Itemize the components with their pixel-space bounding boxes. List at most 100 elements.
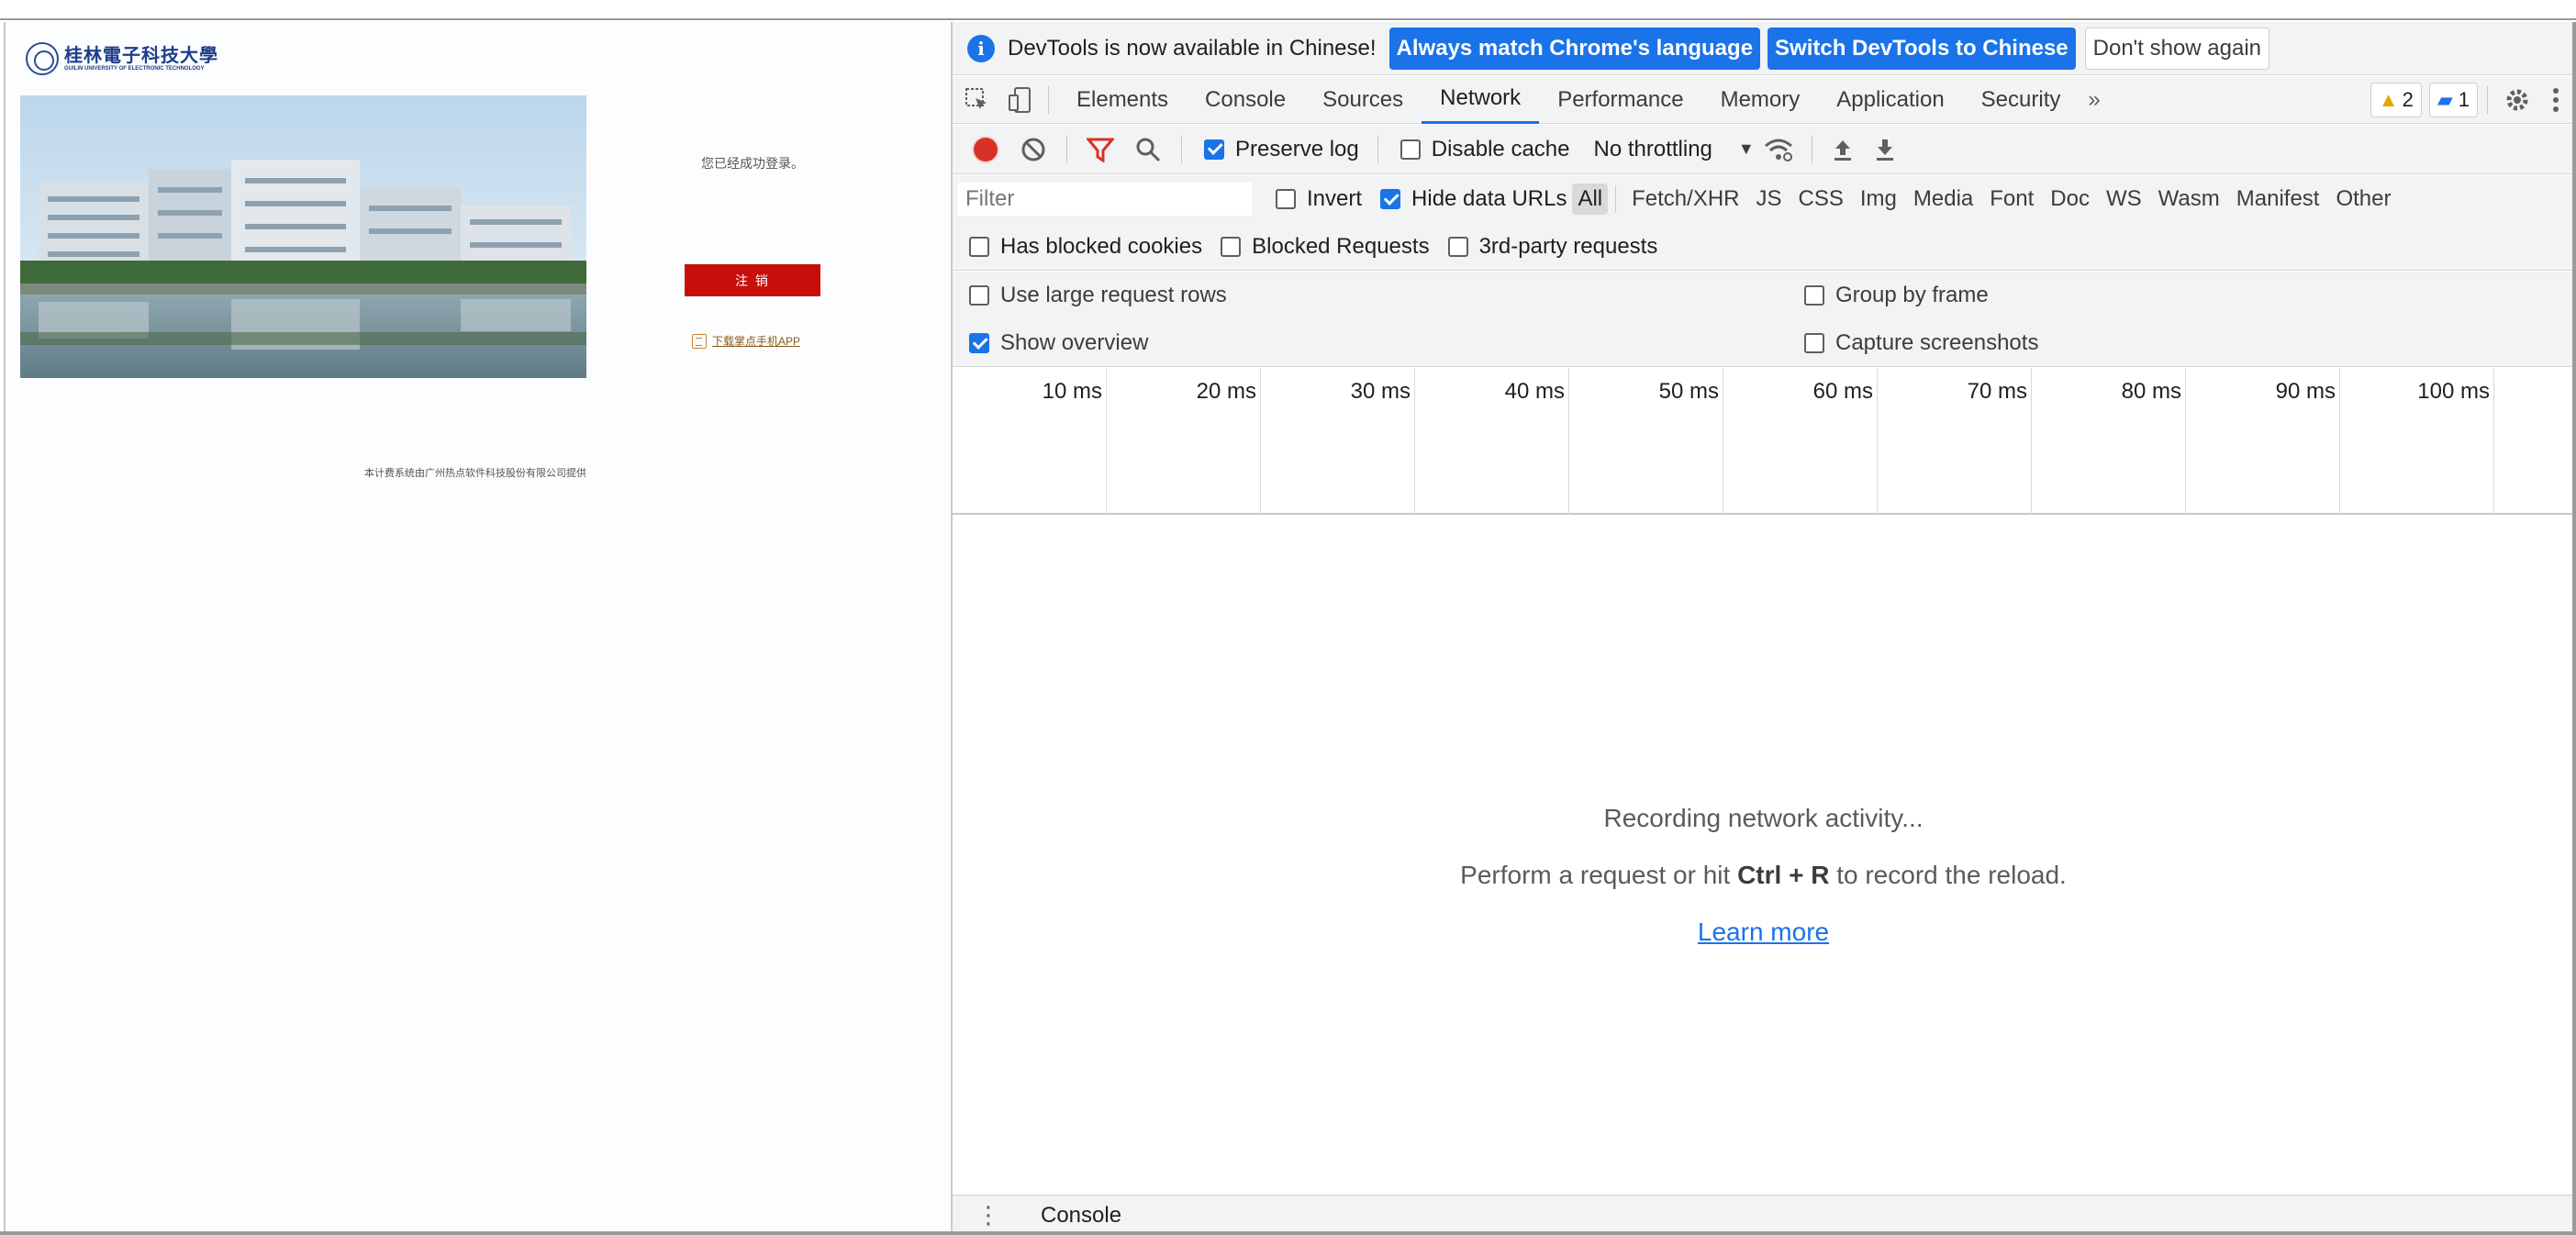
filter-type-media[interactable]: Media (1905, 186, 1981, 212)
network-empty-state: Recording network activity... Perform a … (953, 516, 2574, 1213)
chevron-down-icon: ▼ (1737, 139, 1755, 158)
invert-checkbox[interactable]: Invert (1276, 186, 1362, 212)
timeline-gridline: 40 ms (1415, 368, 1569, 515)
filter-funnel-icon[interactable] (1076, 125, 1124, 174)
show-overview-check-icon (969, 333, 989, 353)
more-tabs-icon[interactable]: » (2079, 87, 2109, 113)
blocked-filter-bar: Has blocked cookies Blocked Requests 3rd… (953, 223, 2574, 271)
filter-type-doc[interactable]: Doc (2042, 186, 2098, 212)
record-icon[interactable] (962, 125, 1009, 174)
third-party-requests-checkbox[interactable]: 3rd-party requests (1447, 234, 1657, 260)
filter-type-css[interactable]: CSS (1790, 186, 1852, 212)
timeline-tick-label: 10 ms (1042, 379, 1102, 404)
throttling-select[interactable]: No throttling ▼ (1593, 137, 1754, 162)
timeline-gridline: 20 ms (1107, 368, 1261, 515)
devtools-tabbar: Elements Console Sources Network Perform… (953, 76, 2574, 124)
messages-badge[interactable]: ▰ 1 (2428, 82, 2478, 117)
reload-hint: Perform a request or hit Ctrl + R to rec… (1460, 861, 2067, 889)
screen: 桂林電子科技大學 GUILIN UNIVERSITY OF ELECTRONIC… (0, 0, 2576, 1235)
timeline-gridline: 100 ms (2340, 368, 2494, 515)
drawer-menu-icon[interactable]: ⋮ (976, 1201, 1000, 1229)
preserve-log-checkbox[interactable]: Preserve log (1204, 137, 1359, 162)
clear-icon[interactable] (1009, 125, 1057, 174)
device-toolbar-icon[interactable] (1002, 76, 1039, 124)
tab-console[interactable]: Console (1187, 76, 1304, 124)
timeline-gridline: 30 ms (1261, 368, 1415, 515)
has-blocked-cookies-checkbox[interactable]: Has blocked cookies (969, 234, 1202, 260)
filter-type-other[interactable]: Other (2327, 186, 2399, 212)
drawer-tab-console[interactable]: Console (1041, 1203, 1121, 1229)
tab-elements[interactable]: Elements (1058, 76, 1187, 124)
download-app-link[interactable]: 下载掌点手机APP (692, 333, 800, 349)
tab-memory[interactable]: Memory (1702, 76, 1819, 124)
filter-type-js[interactable]: JS (1748, 186, 1790, 212)
filter-type-wasm[interactable]: Wasm (2150, 186, 2228, 212)
warnings-badge[interactable]: ▲ 2 (2370, 82, 2422, 117)
window-bottom-border (0, 1231, 2576, 1235)
tab-security[interactable]: Security (1963, 76, 2080, 124)
download-app-label: 下载掌点手机APP (712, 335, 801, 348)
filter-type-img[interactable]: Img (1852, 186, 1905, 212)
timeline-tick-label: 80 ms (2121, 379, 2181, 404)
network-toolbar: Preserve log Disable cache No throttling… (953, 125, 2574, 174)
console-drawer-bar: ⋮ Console (953, 1195, 2574, 1235)
timeline-tick-label: 70 ms (1967, 379, 2027, 404)
tab-sources[interactable]: Sources (1304, 76, 1422, 124)
preserve-log-check-icon (1204, 139, 1224, 160)
capture-screenshots-checkbox[interactable]: Capture screenshots (1804, 319, 2038, 367)
tab-performance[interactable]: Performance (1539, 76, 1701, 124)
large-request-rows-checkbox[interactable]: Use large request rows (969, 272, 1227, 319)
timeline-tick-label: 50 ms (1658, 379, 1719, 404)
filter-bar: Filter Invert Hide data URLs All Fetch/X… (953, 175, 2574, 223)
devtools-panel: i DevTools is now available in Chinese! … (951, 22, 2574, 1235)
show-overview-checkbox[interactable]: Show overview (969, 319, 1227, 367)
info-icon: i (967, 34, 995, 62)
timeline-gridline: 90 ms (2186, 368, 2340, 515)
recording-message: Recording network activity... (1603, 804, 1924, 832)
search-icon[interactable] (1124, 125, 1172, 174)
filter-type-fetch-xhr[interactable]: Fetch/XHR (1623, 186, 1747, 212)
dont-show-again-button[interactable]: Don't show again (2084, 27, 2270, 70)
window-right-border (2572, 22, 2576, 1235)
tab-network[interactable]: Network (1422, 76, 1540, 124)
timeline-gridline: 60 ms (1723, 368, 1878, 515)
timeline-gridline: 10 ms (953, 368, 1107, 515)
timeline-tick-label: 90 ms (2275, 379, 2336, 404)
app-download-icon (692, 333, 707, 349)
warning-icon: ▲ (2378, 87, 2399, 111)
timeline-tick-label: 30 ms (1350, 379, 1411, 404)
timeline-tick-label: 40 ms (1504, 379, 1565, 404)
warnings-count: 2 (2402, 87, 2414, 111)
logo-chinese-name: 桂林電子科技大學 (64, 44, 218, 66)
logout-button[interactable]: 注 销 (685, 264, 820, 296)
hide-data-urls-checkbox[interactable]: Hide data URLs (1380, 186, 1567, 212)
more-options-icon[interactable] (2537, 76, 2574, 124)
reload-shortcut: Ctrl + R (1737, 861, 1830, 889)
campus-photo (20, 95, 586, 378)
filter-type-all[interactable]: All (1572, 184, 1609, 215)
switch-to-chinese-button[interactable]: Switch DevTools to Chinese (1768, 27, 2076, 70)
group-by-frame-checkbox[interactable]: Group by frame (1804, 272, 2038, 319)
disable-cache-checkbox[interactable]: Disable cache (1400, 137, 1569, 162)
university-logo: 桂林電子科技大學 GUILIN UNIVERSITY OF ELECTRONIC… (26, 42, 218, 75)
blocked-requests-checkbox[interactable]: Blocked Requests (1221, 234, 1430, 260)
page-footer: 本计费系统由广州热点软件科技股份有限公司提供 (364, 468, 586, 479)
network-overview-timeline[interactable]: 10 ms 20 ms 30 ms 40 ms 50 ms 60 ms 70 ms 80 ms… (953, 368, 2574, 515)
filter-type-font[interactable]: Font (1981, 186, 2042, 212)
export-har-icon[interactable] (1864, 125, 1906, 174)
tab-application[interactable]: Application (1818, 76, 1962, 124)
filter-type-ws[interactable]: WS (2098, 186, 2150, 212)
language-infobar: i DevTools is now available in Chinese! … (953, 22, 2574, 75)
timeline-gridline: 80 ms (2032, 368, 2186, 515)
match-language-button[interactable]: Always match Chrome's language (1388, 27, 1761, 70)
timeline-tick-label: 60 ms (1812, 379, 1873, 404)
network-conditions-icon[interactable] (1755, 125, 1802, 174)
filter-type-manifest[interactable]: Manifest (2228, 186, 2328, 212)
messages-count: 1 (2458, 87, 2470, 111)
inspect-element-icon[interactable] (953, 76, 1002, 124)
logo-english-name: GUILIN UNIVERSITY OF ELECTRONIC TECHNOLO… (64, 66, 205, 72)
settings-gear-icon[interactable] (2497, 76, 2537, 124)
learn-more-link[interactable]: Learn more (1698, 918, 1829, 947)
import-har-icon[interactable] (1822, 125, 1864, 174)
filter-input[interactable]: Filter (958, 183, 1252, 216)
